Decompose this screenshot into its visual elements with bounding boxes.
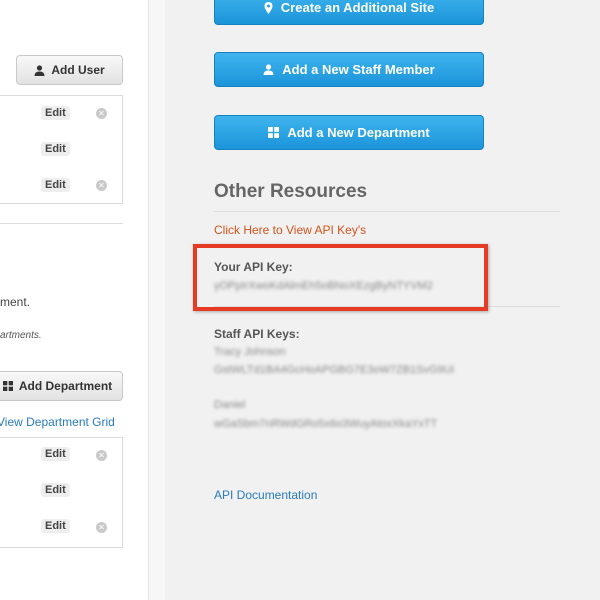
edit-button[interactable]: Edit: [41, 178, 70, 192]
view-api-keys-link[interactable]: Click Here to View API Key's: [214, 223, 366, 237]
list-item: Edit ✕: [0, 168, 122, 204]
user-icon: [34, 64, 45, 76]
create-site-button[interactable]: Create an Additional Site: [214, 0, 484, 25]
section-divider: [0, 223, 123, 224]
create-site-label: Create an Additional Site: [280, 0, 435, 15]
department-description-text: ment.: [0, 295, 31, 309]
list-item: Edit ✕: [0, 96, 122, 132]
left-panel: Add User Edit ✕ Edit Edit ✕ ment. artmen…: [0, 0, 148, 600]
add-department-primary-button[interactable]: Add a New Department: [214, 115, 484, 150]
departments-list: Edit ✕ Edit Edit ✕: [0, 437, 123, 548]
delete-icon[interactable]: ✕: [96, 522, 107, 533]
map-marker-icon: [264, 1, 273, 14]
staff-api-key: GstWLTd1BA4GcHoAPGBG7E3oW7ZB1SvG9Ui: [214, 364, 455, 376]
list-item: Edit: [0, 474, 122, 510]
view-department-grid-link[interactable]: View Department Grid: [0, 415, 115, 429]
api-documentation-link[interactable]: API Documentation: [214, 488, 317, 502]
delete-icon[interactable]: ✕: [96, 450, 107, 461]
add-user-label: Add User: [51, 63, 105, 77]
edit-button[interactable]: Edit: [41, 483, 70, 497]
grid-icon: [2, 381, 13, 391]
edit-button[interactable]: Edit: [41, 142, 70, 156]
edit-button[interactable]: Edit: [41, 447, 70, 461]
add-department-button[interactable]: Add Department: [0, 371, 123, 401]
delete-icon[interactable]: ✕: [96, 180, 107, 191]
panel-divider: [148, 0, 165, 600]
add-staff-label: Add a New Staff Member: [282, 62, 435, 77]
add-department-primary-label: Add a New Department: [287, 125, 430, 140]
edit-button[interactable]: Edit: [41, 519, 70, 533]
add-department-label: Add Department: [18, 379, 113, 393]
delete-icon[interactable]: ✕: [96, 108, 107, 119]
list-item: Edit ✕: [0, 438, 122, 474]
add-user-button[interactable]: Add User: [16, 55, 123, 85]
other-resources-heading: Other Resources: [214, 181, 368, 202]
users-list: Edit ✕ Edit Edit ✕: [0, 95, 123, 204]
heading-rule: [214, 211, 560, 212]
edit-button[interactable]: Edit: [41, 106, 70, 120]
list-item: Edit: [0, 132, 122, 168]
list-item: Edit ✕: [0, 510, 122, 546]
staff-name: Daniel: [214, 399, 246, 411]
add-staff-button[interactable]: Add a New Staff Member: [214, 52, 484, 87]
staff-name: Tracy Johnson: [214, 346, 286, 358]
highlight-annotation: [193, 244, 488, 311]
staff-api-key: wGaSbm7nRWdGRo5x6o3WuyAtoxXkaYxTT: [214, 418, 438, 430]
staff-api-keys-label: Staff API Keys:: [214, 327, 300, 341]
grid-icon: [268, 127, 280, 138]
department-note-text: artments.: [0, 330, 42, 341]
user-icon: [263, 64, 274, 75]
